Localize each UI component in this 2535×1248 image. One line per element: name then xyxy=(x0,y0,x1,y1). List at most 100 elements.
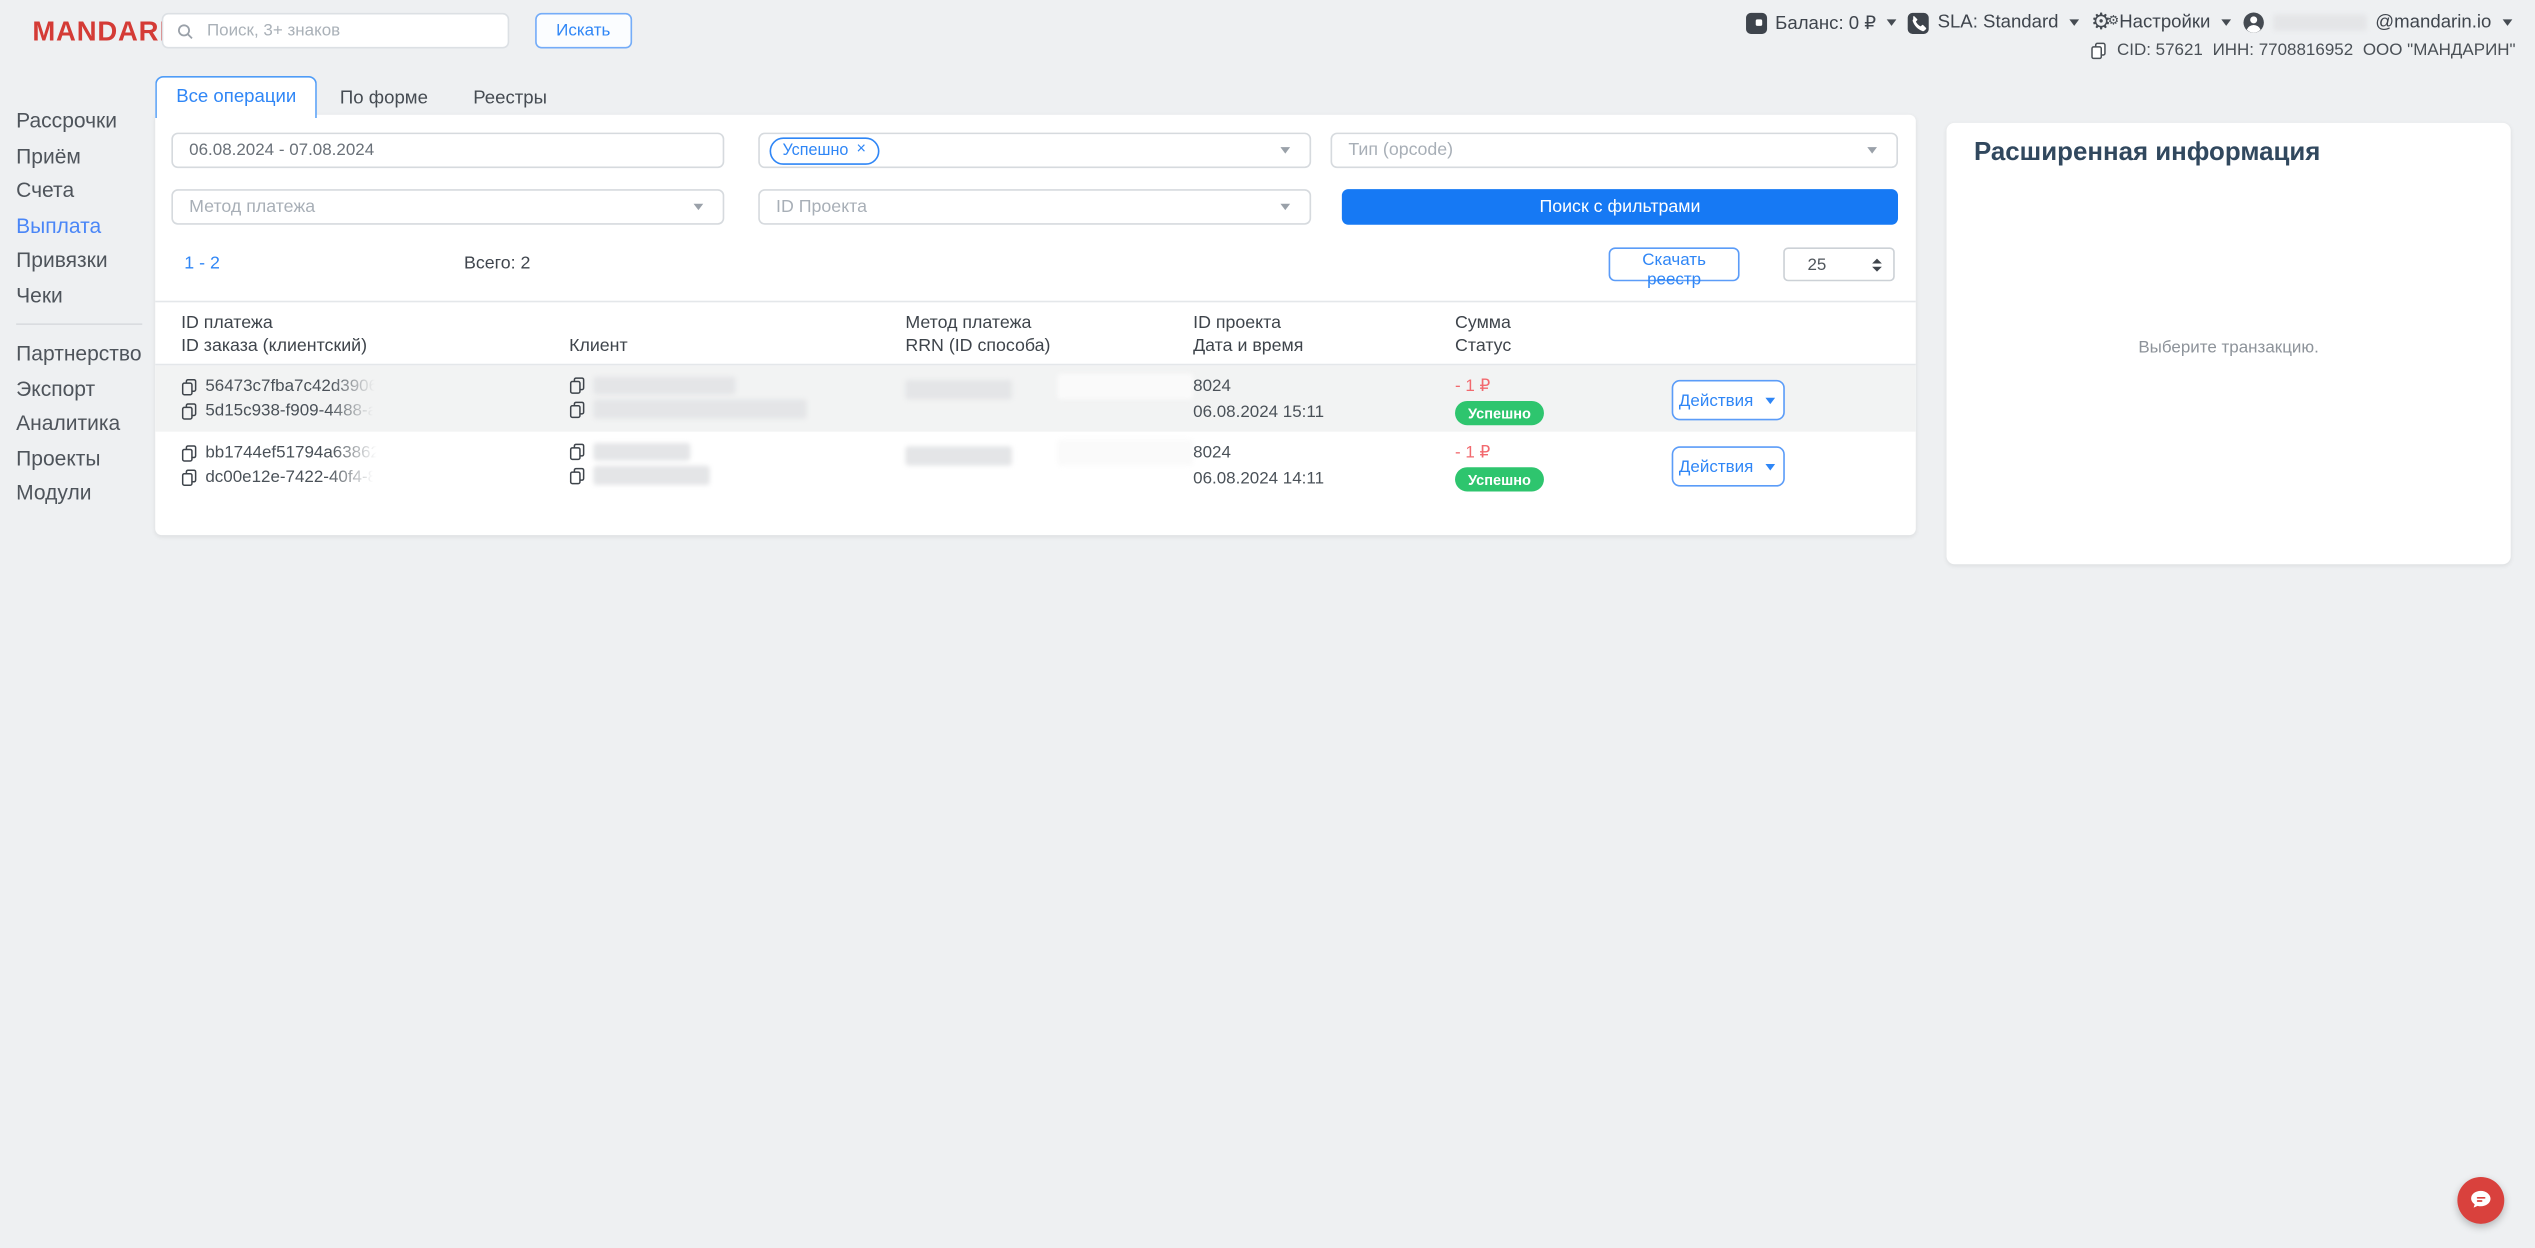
chevron-down-icon xyxy=(2503,19,2513,25)
method-redacted-2 xyxy=(1057,440,1193,466)
date-range-value: 06.08.2024 - 07.08.2024 xyxy=(189,141,374,160)
chevron-down-icon xyxy=(1867,147,1877,153)
table-header: ID платежа ID заказа (клиентский) Клиент… xyxy=(155,301,1916,366)
status-chip: Успешно × xyxy=(770,137,879,164)
project-id: 8024 xyxy=(1193,377,1324,396)
settings-label[interactable]: Настройки xyxy=(2119,13,2210,32)
header-method: Метод платежа xyxy=(905,314,1031,333)
user-name-redacted xyxy=(2273,15,2367,31)
sidebar-item-rassrochki[interactable]: Рассрочки xyxy=(16,103,155,138)
table-row[interactable]: bb1744ef51794a63862 dc00e12e-7422-40f4-8… xyxy=(155,432,1916,498)
balance-label[interactable]: Баланс: 0 ₽ xyxy=(1775,11,1876,34)
chevron-down-icon xyxy=(694,204,704,210)
table-row[interactable]: 56473c7fba7c42d3906 5d15c938-f909-4488-a… xyxy=(155,365,1916,431)
chevron-down-icon xyxy=(1280,204,1290,210)
tab-all-operations[interactable]: Все операции xyxy=(155,76,317,118)
user-avatar-icon xyxy=(2243,11,2266,34)
header-order-id: ID заказа (клиентский) xyxy=(181,336,367,355)
details-title: Расширенная информация xyxy=(1974,139,2511,168)
client-phone-redacted xyxy=(593,443,690,461)
copy-icon[interactable] xyxy=(181,468,197,486)
chevron-down-icon xyxy=(1765,397,1775,403)
header-project-id: ID проекта xyxy=(1193,314,1281,333)
sidebar-item-label: Экспорт xyxy=(16,376,95,400)
page-size-select[interactable]: 25 xyxy=(1783,247,1895,281)
search-icon xyxy=(176,22,194,40)
user-email-suffix[interactable]: @mandarin.io xyxy=(2375,13,2491,32)
sidebar-item-label: Приём xyxy=(16,143,81,167)
client-email-redacted xyxy=(593,466,709,485)
sidebar-item-label: Проекты xyxy=(16,446,100,470)
sidebar-nav: Рассрочки Приём Счета Выплата Привязки Ч… xyxy=(16,103,155,510)
opcode-filter-select[interactable]: Тип (opcode) xyxy=(1331,133,1898,169)
global-search xyxy=(162,13,510,49)
actions-button[interactable]: Действия xyxy=(1672,380,1785,420)
tab-by-form[interactable]: По форме xyxy=(317,79,450,118)
search-input[interactable] xyxy=(204,19,508,42)
details-empty-text: Выберите транзакцию. xyxy=(1947,338,2511,357)
method-redacted-2 xyxy=(1057,373,1193,399)
apply-filters-button[interactable]: Поиск с фильтрами xyxy=(1342,189,1898,225)
sidebar-item-cheki[interactable]: Чеки xyxy=(16,277,155,312)
payment-id: bb1744ef51794a63862 xyxy=(205,443,380,462)
amount: - 1 ₽ xyxy=(1455,443,1544,462)
sidebar-item-scheta[interactable]: Счета xyxy=(16,173,155,208)
sidebar-item-proekty[interactable]: Проекты xyxy=(16,441,155,476)
copy-icon[interactable] xyxy=(181,402,197,420)
chevron-down-icon xyxy=(1765,463,1775,469)
stepper-icon xyxy=(1872,258,1882,271)
copy-icon[interactable] xyxy=(569,377,585,395)
datetime: 06.08.2024 14:11 xyxy=(1193,469,1324,488)
sidebar-item-analitika[interactable]: Аналитика xyxy=(16,406,155,441)
payment-method-redacted xyxy=(905,447,1012,466)
support-chat-button[interactable] xyxy=(2457,1177,2504,1224)
page-range-link[interactable]: 1 - 2 xyxy=(184,254,220,273)
status-chip-label: Успешно xyxy=(782,141,848,159)
project-id-select[interactable]: ID Проекта xyxy=(758,189,1311,225)
method-placeholder: Метод платежа xyxy=(189,197,315,216)
search-button[interactable]: Искать xyxy=(535,13,631,49)
copy-icon[interactable] xyxy=(181,444,197,462)
details-panel: Расширенная информация Выберите транзакц… xyxy=(1947,123,2511,564)
actions-label: Действия xyxy=(1679,390,1753,409)
copy-icon[interactable] xyxy=(569,443,585,461)
header-rrn: RRN (ID способа) xyxy=(905,336,1050,355)
sidebar-item-label: Аналитика xyxy=(16,411,120,435)
chip-remove-icon[interactable]: × xyxy=(856,142,865,158)
tab-registries[interactable]: Реестры xyxy=(451,79,570,118)
copy-icon[interactable] xyxy=(569,466,585,484)
total-count: Всего: 2 xyxy=(464,254,530,273)
cid-value: CID: 57621 xyxy=(2117,40,2203,59)
datetime: 06.08.2024 15:11 xyxy=(1193,403,1324,422)
header-status: Статус xyxy=(1455,336,1511,355)
sidebar-item-moduli[interactable]: Модули xyxy=(16,475,155,510)
order-id: 5d15c938-f909-4488-a xyxy=(205,401,377,420)
opcode-placeholder: Тип (opcode) xyxy=(1348,141,1453,160)
payment-method-select[interactable]: Метод платежа xyxy=(171,189,724,225)
sidebar-divider xyxy=(16,323,142,325)
sidebar-item-label: Привязки xyxy=(16,248,107,272)
sidebar-item-eksport[interactable]: Экспорт xyxy=(16,371,155,406)
status-badge: Успешно xyxy=(1455,401,1544,425)
copy-icon[interactable] xyxy=(181,377,197,395)
operations-panel: 06.08.2024 - 07.08.2024 Успешно × Тип (o… xyxy=(155,115,1916,535)
sidebar-item-privyazki[interactable]: Привязки xyxy=(16,243,155,278)
sidebar-item-partnerstvo[interactable]: Партнерство xyxy=(16,336,155,371)
status-filter-select[interactable]: Успешно × xyxy=(758,133,1311,169)
download-registry-button[interactable]: Скачать реестр xyxy=(1609,247,1740,281)
sidebar-item-priem[interactable]: Приём xyxy=(16,138,155,173)
project-id: 8024 xyxy=(1193,443,1324,462)
page-size-value: 25 xyxy=(1807,255,1826,274)
date-range-input[interactable]: 06.08.2024 - 07.08.2024 xyxy=(171,133,724,169)
sla-phone-icon xyxy=(1908,12,1929,33)
sidebar-item-vyplata[interactable]: Выплата xyxy=(16,208,155,243)
payment-id: 56473c7fba7c42d3906 xyxy=(205,377,378,396)
header-datetime: Дата и время xyxy=(1193,336,1303,355)
app-root: MANDARIN Искать Баланс: 0 ₽ SLA: Standar… xyxy=(0,0,2535,1248)
chevron-down-icon xyxy=(2222,19,2232,25)
company-name: ООО "МАНДАРИН" xyxy=(2363,40,2516,59)
sla-label[interactable]: SLA: Standard xyxy=(1938,13,2059,32)
copy-icon[interactable] xyxy=(569,400,585,418)
copy-icon[interactable] xyxy=(2091,41,2107,59)
actions-button[interactable]: Действия xyxy=(1672,446,1785,486)
